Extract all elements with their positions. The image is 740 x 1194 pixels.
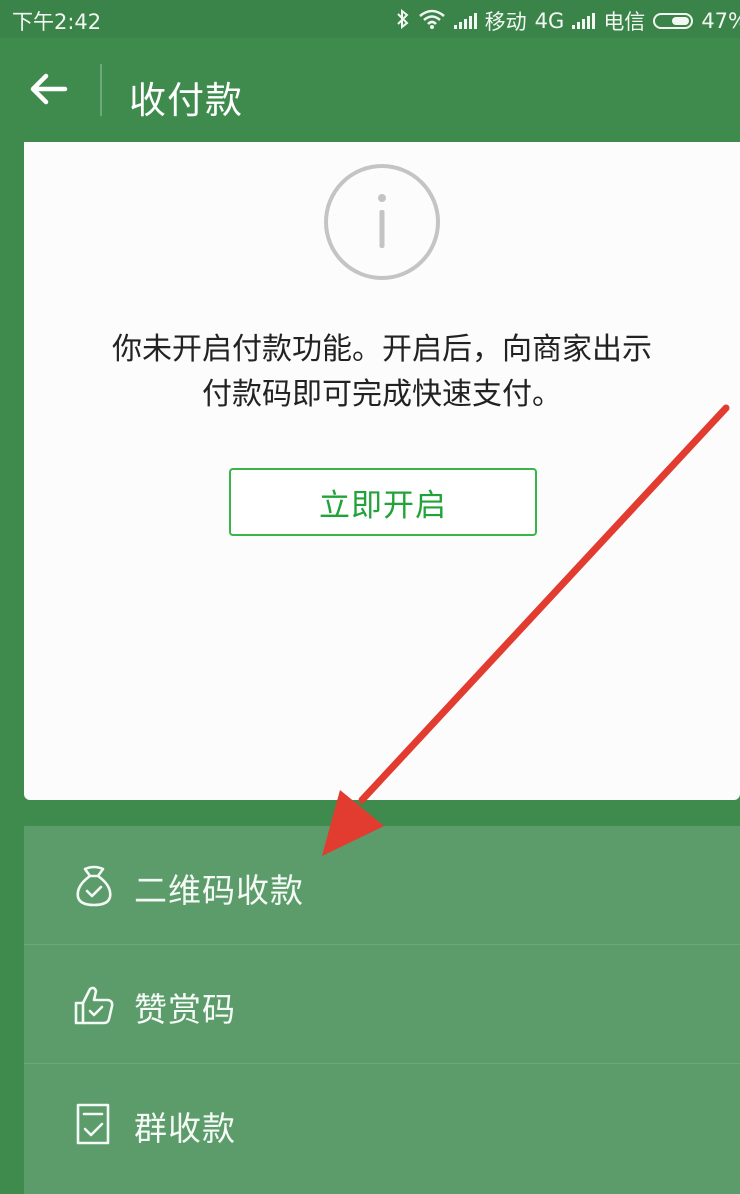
- money-bag-icon: [72, 864, 116, 908]
- battery-icon: [653, 13, 694, 29]
- bluetooth-icon: [396, 8, 410, 34]
- signal-icon: [572, 13, 596, 29]
- thumbs-up-icon: [72, 983, 116, 1027]
- wifi-icon: [418, 9, 446, 34]
- enable-payment-button[interactable]: 立即开启: [229, 468, 537, 536]
- menu-item-label: 群收款: [134, 1109, 236, 1148]
- page-title: 收付款: [129, 79, 243, 122]
- app-bar: 收付款: [0, 38, 740, 142]
- info-circle-icon: [323, 163, 441, 281]
- menu-item-label: 赞赏码: [134, 990, 236, 1029]
- notice-message: 你未开启付款功能。开启后，向商家出示 付款码即可完成快速支付。: [24, 327, 740, 417]
- document-check-icon: [72, 1102, 116, 1146]
- menu-item-label: 二维码收款: [134, 871, 304, 910]
- network-type: 4G: [534, 9, 565, 33]
- status-indicators: 移动 4G 电信 47%: [396, 6, 740, 36]
- payment-menu: 二维码收款 赞赏码 群收款: [24, 826, 740, 1194]
- notice-line-2: 付款码即可完成快速支付。: [202, 377, 562, 412]
- signal-icon: [453, 13, 477, 29]
- payment-notice-card: 你未开启付款功能。开启后，向商家出示 付款码即可完成快速支付。 立即开启: [24, 142, 740, 800]
- status-bar: 下午2:42 移动 4G 电信 47%: [0, 0, 740, 38]
- header-divider: [100, 64, 102, 116]
- back-button[interactable]: [20, 64, 78, 118]
- carrier-1: 移动: [484, 10, 527, 34]
- menu-item-reward-code[interactable]: 赞赏码: [24, 945, 740, 1063]
- status-time: 下午2:42: [12, 10, 102, 34]
- carrier-2: 电信: [603, 10, 646, 34]
- menu-item-qr-collect[interactable]: 二维码收款: [24, 826, 740, 944]
- menu-item-group-collect[interactable]: 群收款: [24, 1064, 740, 1182]
- notice-line-1: 你未开启付款功能。开启后，向商家出示: [112, 332, 652, 367]
- arrow-left-icon: [29, 72, 69, 110]
- battery-percent: 47%: [701, 9, 740, 33]
